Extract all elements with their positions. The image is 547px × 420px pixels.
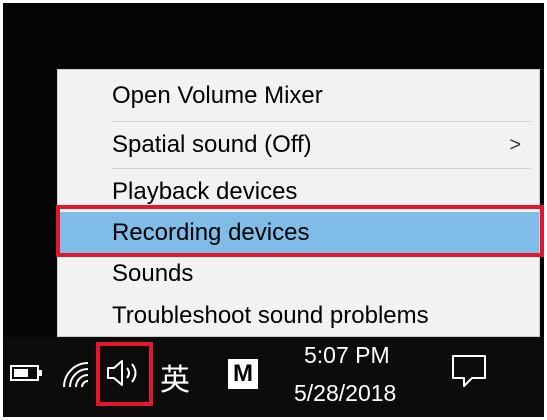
notification-icon[interactable] [450,353,488,394]
menu-item-label: Troubleshoot sound problems [112,302,429,329]
desktop-screen: Open Volume Mixer Spatial sound (Off) > … [0,0,547,420]
menu-item-spatial-sound[interactable]: Spatial sound (Off) > [58,125,539,165]
ime-icon[interactable]: 英 [160,355,190,399]
menu-item-recording-devices[interactable]: Recording devices [58,212,539,254]
volume-icon[interactable] [104,357,144,394]
m-icon-label: M [233,360,253,387]
clock-date: 5/28/2018 [294,380,397,406]
menu-item-label: Sounds [112,260,194,287]
sound-context-menu: Open Volume Mixer Spatial sound (Off) > … [57,69,540,337]
menu-separator [112,168,531,169]
battery-icon[interactable] [10,362,44,389]
taskbar: 英 M 5:07 PM 5/28/2018 [0,337,547,420]
menu-item-open-volume-mixer[interactable]: Open Volume Mixer [58,76,539,116]
clock-time: 5:07 PM [304,342,390,368]
chevron-right-icon: > [509,134,521,156]
wifi-icon[interactable] [60,359,94,394]
menu-item-troubleshoot[interactable]: Troubleshoot sound problems [58,296,539,336]
menu-separator [112,121,531,122]
menu-item-label: Recording devices [112,219,310,246]
menu-item-label: Open Volume Mixer [112,82,323,109]
menu-item-sounds[interactable]: Sounds [58,254,539,294]
menu-item-playback-devices[interactable]: Playback devices [58,172,539,212]
m-icon[interactable]: M [228,359,258,389]
menu-item-label: Spatial sound (Off) [112,131,312,158]
menu-item-label: Playback devices [112,178,298,205]
